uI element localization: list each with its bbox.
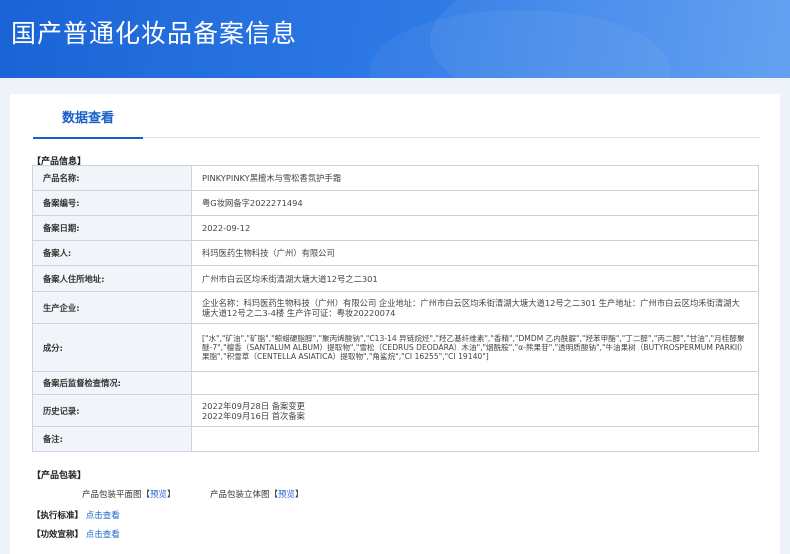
bracket: 】 (167, 490, 176, 500)
table-row: 备案编号: 粤G妆网备字2022271494 (32, 190, 759, 216)
table-row: 备注: (32, 426, 759, 452)
tab-data-view[interactable]: 数据查看 (33, 94, 143, 139)
efficacy-row: 【功效宣称】 点击查看 (32, 528, 120, 540)
table-row: 备案人: 科玛医药生物科技（广州）有限公司 (32, 240, 759, 266)
filer-value: 科玛医药生物科技（广州）有限公司 (191, 240, 759, 266)
table-row: 成分: ["水","矿油","矿脂","鲸蜡硬脂醇","聚丙烯酸钠","C13-… (32, 323, 759, 372)
history-entry: 2022年09月16日 首次备案 (202, 410, 305, 421)
content-card: 数据查看 【产品信息】 产品名称: PINKYPINKY黑檀木与雪松香氛护手霜 … (10, 94, 780, 554)
packaging-flat-item: 产品包装平面图【预览】 (82, 488, 176, 500)
supervision-value (191, 371, 759, 395)
history-value: 2022年09月28日 备案变更 2022年09月16日 首次备案 (191, 394, 759, 427)
row-label: 备案日期: (32, 215, 192, 241)
page-title: 国产普通化妆品备案信息 (11, 19, 298, 48)
filing-date-value: 2022-09-12 (191, 215, 759, 241)
bracket: 】 (295, 490, 304, 500)
efficacy-label: 【功效宣称】 (32, 530, 84, 540)
page-header: 国产普通化妆品备案信息 (0, 0, 790, 78)
standard-row: 【执行标准】 点击查看 (32, 509, 120, 521)
table-row: 备案日期: 2022-09-12 (32, 215, 759, 241)
table-row: 备案后监督检查情况: (32, 371, 759, 395)
packaging-flat-label: 产品包装平面图 (82, 490, 142, 500)
table-row: 生产企业: 企业名称：科玛医药生物科技（广州）有限公司 企业地址：广州市白云区均… (32, 291, 759, 324)
manufacturer-value: 企业名称：科玛医药生物科技（广州）有限公司 企业地址：广州市白云区均禾街清湖大塘… (191, 291, 759, 324)
row-label: 备案人住所地址: (32, 265, 192, 292)
row-label: 备案人: (32, 240, 192, 266)
packaging-section-title: 【产品包装】 (32, 471, 87, 481)
table-row: 历史记录: 2022年09月28日 备案变更 2022年09月16日 首次备案 (32, 394, 759, 427)
remarks-value (191, 426, 759, 452)
product-name-value: PINKYPINKY黑檀木与雪松香氛护手霜 (191, 165, 759, 191)
efficacy-view-link[interactable]: 点击查看 (86, 530, 120, 540)
bracket: 【 (269, 490, 279, 500)
row-label: 备案编号: (32, 190, 192, 216)
packaging-3d-preview-link[interactable]: 预览 (278, 490, 295, 500)
row-label: 成分: (32, 323, 192, 372)
standard-label: 【执行标准】 (32, 511, 84, 521)
row-label: 历史记录: (32, 394, 192, 427)
bracket: 【 (141, 490, 151, 500)
table-row: 产品名称: PINKYPINKY黑檀木与雪松香氛护手霜 (32, 165, 759, 191)
row-label: 备案后监督检查情况: (32, 371, 192, 395)
packaging-3d-label: 产品包装立体图 (210, 490, 270, 500)
product-info-table: 产品名称: PINKYPINKY黑檀木与雪松香氛护手霜 备案编号: 粤G妆网备字… (32, 165, 759, 452)
history-entry: 2022年09月28日 备案变更 (202, 400, 305, 411)
tab-bar: 数据查看 (33, 94, 760, 139)
packaging-3d-item: 产品包装立体图【预览】 (210, 488, 304, 500)
row-label: 产品名称: (32, 165, 192, 191)
standard-view-link[interactable]: 点击查看 (86, 511, 120, 521)
ingredients-value: ["水","矿油","矿脂","鲸蜡硬脂醇","聚丙烯酸钠","C13-14 异… (191, 323, 759, 372)
row-label: 备注: (32, 426, 192, 452)
row-label: 生产企业: (32, 291, 192, 324)
table-row: 备案人住所地址: 广州市白云区均禾街清湖大塘大道12号之二301 (32, 265, 759, 292)
filing-number-value: 粤G妆网备字2022271494 (191, 190, 759, 216)
filer-address-value: 广州市白云区均禾街清湖大塘大道12号之二301 (191, 265, 759, 292)
packaging-flat-preview-link[interactable]: 预览 (150, 490, 167, 500)
